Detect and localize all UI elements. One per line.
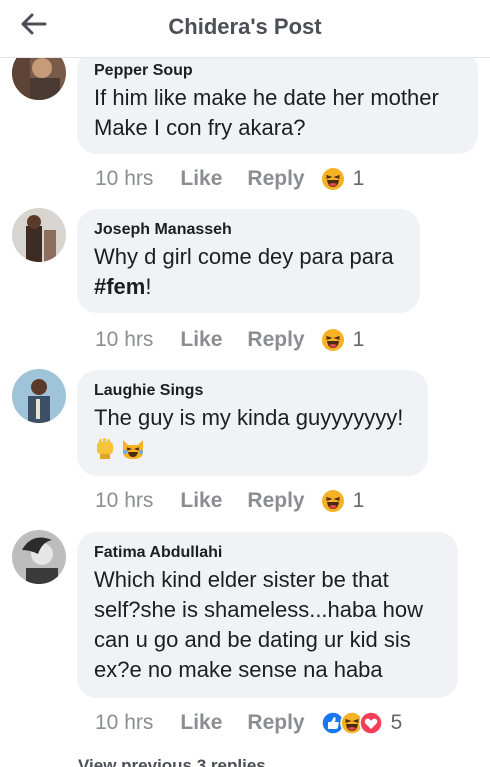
joy-cat-icon — [123, 440, 143, 459]
reaction-count: 1 — [352, 328, 365, 351]
reaction-summary[interactable]: 1 — [321, 489, 365, 513]
top-bar: Chidera's Post — [0, 0, 490, 58]
comment-text: The guy is my kinda guyyyyyyy! — [94, 405, 404, 430]
avatar[interactable] — [12, 530, 66, 584]
comment-text: Why d girl come dey para para #fem! — [94, 242, 403, 302]
like-button[interactable]: Like — [180, 167, 222, 191]
hashtag-link[interactable]: #fem — [94, 274, 145, 299]
comment-bubble[interactable]: Joseph Manasseh Why d girl come dey para… — [77, 209, 420, 313]
haha-reaction-icon — [321, 168, 344, 190]
reaction-count: 1 — [352, 489, 365, 512]
raised-fist-icon — [97, 438, 113, 459]
reply-button[interactable]: Reply — [247, 711, 304, 735]
like-button[interactable]: Like — [180, 328, 222, 352]
avatar[interactable] — [12, 208, 66, 262]
reaction-count: 5 — [390, 711, 403, 734]
comment-text-part: ! — [145, 274, 152, 299]
page-title: Chidera's Post — [168, 14, 322, 39]
comment-time[interactable]: 10 hrs — [95, 489, 153, 513]
reaction-summary[interactable]: 1 — [321, 328, 365, 352]
reaction-summary[interactable]: 5 — [320, 711, 403, 735]
like-button[interactable]: Like — [180, 489, 222, 513]
comment-actions: 10 hrs Like Reply 1 — [95, 327, 364, 353]
comment-actions: 10 hrs Like Reply 1 — [95, 166, 364, 192]
comment-author[interactable]: Joseph Manasseh — [94, 220, 403, 240]
comment-text: If him like make he date her mother Make… — [94, 85, 439, 140]
comment-author[interactable]: Fatima Abdullahi — [94, 543, 441, 563]
comment-emojis — [94, 435, 411, 461]
comment-time[interactable]: 10 hrs — [95, 167, 153, 191]
comment-bubble[interactable]: Fatima Abdullahi Which kind elder sister… — [77, 532, 458, 698]
comment-actions: 10 hrs Like Reply 1 — [95, 488, 364, 514]
reply-button[interactable]: Reply — [247, 167, 304, 191]
view-previous-replies-link[interactable]: View previous 3 replies — [78, 756, 266, 767]
comment-actions: 10 hrs Like Reply 5 — [95, 710, 402, 736]
comment-text: Which kind elder sister be that self?she… — [94, 567, 423, 682]
like-button[interactable]: Like — [180, 711, 222, 735]
reaction-count: 1 — [352, 167, 365, 190]
love-reaction-icon — [358, 711, 383, 735]
reply-button[interactable]: Reply — [247, 489, 304, 513]
avatar[interactable] — [12, 369, 66, 423]
comment-bubble[interactable]: Pepper Soup If him like make he date her… — [77, 50, 478, 154]
comment-time[interactable]: 10 hrs — [95, 711, 153, 735]
haha-reaction-icon — [321, 329, 344, 351]
comment-time[interactable]: 10 hrs — [95, 328, 153, 352]
comment-bubble[interactable]: Laughie Sings The guy is my kinda guyyyy… — [77, 370, 428, 476]
comment-author[interactable]: Pepper Soup — [94, 61, 461, 81]
reply-button[interactable]: Reply — [247, 328, 304, 352]
comment-author[interactable]: Laughie Sings — [94, 381, 411, 401]
haha-reaction-icon — [321, 490, 344, 512]
reaction-summary[interactable]: 1 — [321, 167, 365, 191]
comment-text-part: Why d girl come dey para para — [94, 244, 394, 269]
